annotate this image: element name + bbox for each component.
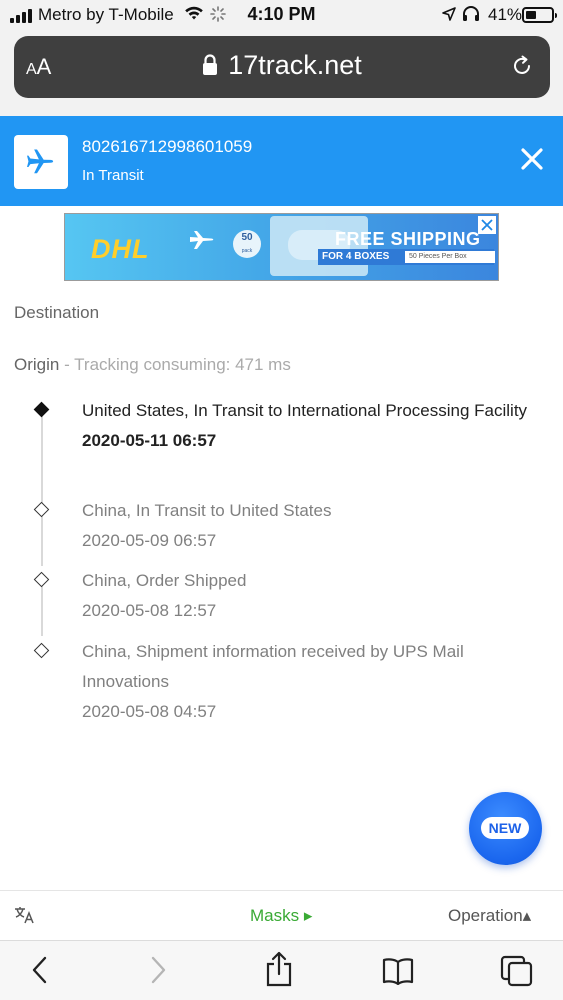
masks-link[interactable]: Masks ▸ bbox=[250, 906, 312, 926]
ad-plane-icon bbox=[189, 230, 215, 255]
timeline-marker bbox=[33, 642, 50, 659]
timeline-event: China, Order Shipped 2020-05-08 12:57 bbox=[82, 566, 537, 626]
share-icon[interactable] bbox=[264, 951, 294, 992]
ad-badge: 50 pack bbox=[233, 230, 261, 258]
timeline-event: China, Shipment information received by … bbox=[82, 637, 537, 727]
dhl-ad-banner[interactable]: DHL 50 pack FREE SHIPPING FOR 4 BOXES 50 … bbox=[64, 213, 499, 281]
event-time: 2020-05-11 06:57 bbox=[82, 431, 217, 450]
timeline-connector bbox=[41, 410, 43, 506]
browser-address-area: AA 17track.net bbox=[0, 30, 563, 116]
timeline-event: United States, In Transit to Internation… bbox=[82, 396, 537, 456]
timeline-connector bbox=[41, 586, 43, 636]
tracking-header: 802616712998601059 In Transit bbox=[0, 116, 563, 206]
event-time: 2020-05-08 04:57 bbox=[82, 702, 217, 721]
browser-toolbar bbox=[0, 940, 563, 1000]
translate-icon[interactable] bbox=[14, 905, 36, 930]
ad-logo: DHL bbox=[91, 234, 150, 264]
carrier-badge bbox=[14, 135, 68, 189]
bookmarks-icon[interactable] bbox=[382, 957, 414, 990]
back-icon[interactable] bbox=[30, 955, 50, 990]
origin-label: Origin bbox=[14, 355, 60, 374]
tabs-icon[interactable] bbox=[500, 955, 534, 992]
forward-icon[interactable] bbox=[148, 955, 168, 990]
event-description: China, In Transit to United States bbox=[82, 501, 332, 520]
ad-small-text: 50 Pieces Per Box bbox=[405, 251, 495, 263]
close-icon[interactable] bbox=[521, 148, 543, 175]
ad-headline: FREE SHIPPING bbox=[335, 229, 481, 249]
tracking-number: 802616712998601059 bbox=[82, 137, 253, 156]
tracking-status: In Transit bbox=[82, 167, 144, 184]
destination-label: Destination bbox=[14, 303, 100, 322]
timeline-event: China, In Transit to United States 2020-… bbox=[82, 496, 537, 556]
origin-line: Origin - Tracking consuming: 471 ms bbox=[14, 355, 291, 375]
site-bottom-bar: Masks ▸ Operation▴ bbox=[0, 890, 563, 940]
event-time: 2020-05-09 06:57 bbox=[82, 531, 217, 550]
new-label: NEW bbox=[481, 817, 529, 839]
event-description: China, Order Shipped bbox=[82, 571, 247, 590]
timeline-marker bbox=[33, 571, 50, 588]
event-time: 2020-05-08 12:57 bbox=[82, 601, 217, 620]
battery-icon bbox=[522, 7, 557, 23]
new-button[interactable]: NEW bbox=[469, 792, 542, 865]
status-bar: Metro by T-Mobile 4:10 PM 41% bbox=[0, 0, 563, 30]
address-bar[interactable]: AA 17track.net bbox=[14, 36, 550, 98]
operation-menu[interactable]: Operation▴ bbox=[448, 906, 531, 926]
url-text: 17track.net bbox=[228, 50, 362, 80]
airplane-icon bbox=[27, 149, 54, 174]
tracking-consuming-text: - Tracking consuming: 471 ms bbox=[59, 355, 291, 374]
ad-close-icon[interactable] bbox=[478, 216, 496, 234]
battery-percent: 41% bbox=[488, 5, 523, 24]
location-arrow-icon bbox=[442, 7, 456, 26]
lock-icon bbox=[202, 52, 218, 83]
timeline-marker-latest bbox=[33, 401, 50, 418]
headphones-icon bbox=[462, 6, 480, 27]
timeline-marker bbox=[33, 501, 50, 518]
url-display[interactable]: 17track.net bbox=[14, 50, 550, 83]
timeline-connector bbox=[41, 516, 43, 566]
reload-icon[interactable] bbox=[510, 54, 534, 83]
event-description: China, Shipment information received by … bbox=[82, 642, 464, 691]
event-description: United States, In Transit to Internation… bbox=[82, 401, 528, 420]
